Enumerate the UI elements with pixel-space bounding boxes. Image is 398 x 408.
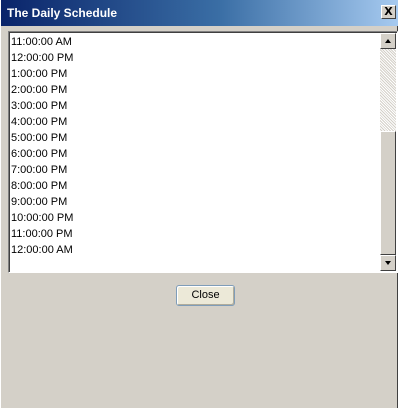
schedule-time-item[interactable]: 11:00:00 PM xyxy=(11,226,380,242)
window-title: The Daily Schedule xyxy=(7,6,118,20)
scrollbar-thumb[interactable] xyxy=(380,131,396,255)
schedule-time-item[interactable]: 6:00:00 PM xyxy=(11,146,380,162)
arrow-down-icon xyxy=(385,261,391,265)
schedule-time-item[interactable]: 3:00:00 PM xyxy=(11,98,380,114)
schedule-time-item[interactable]: 4:00:00 PM xyxy=(11,114,380,130)
title-bar[interactable]: The Daily Schedule X xyxy=(1,0,398,26)
scroll-up-button[interactable] xyxy=(380,33,396,49)
arrow-up-icon xyxy=(385,39,391,43)
vertical-scrollbar[interactable] xyxy=(380,33,396,271)
schedule-time-item[interactable]: 1:00:00 PM xyxy=(11,66,380,82)
close-window-icon[interactable]: X xyxy=(381,5,396,19)
schedule-time-item[interactable]: 2:00:00 PM xyxy=(11,82,380,98)
schedule-time-item[interactable]: 12:00:00 PM xyxy=(11,50,380,66)
schedule-time-item[interactable]: 9:00:00 PM xyxy=(11,194,380,210)
schedule-time-item[interactable]: 11:00:00 AM xyxy=(11,34,380,50)
schedule-time-item[interactable]: 12:00:00 AM xyxy=(11,242,380,258)
schedule-dialog: The Daily Schedule X 11:00:00 AM 12:00:0… xyxy=(0,0,398,408)
schedule-list-content: 11:00:00 AM 12:00:00 PM 1:00:00 PM 2:00:… xyxy=(11,34,380,270)
scroll-down-button[interactable] xyxy=(380,255,396,271)
schedule-time-item[interactable]: 5:00:00 PM xyxy=(11,130,380,146)
schedule-time-item[interactable]: 7:00:00 PM xyxy=(11,162,380,178)
close-button[interactable]: Close xyxy=(176,285,235,306)
schedule-time-item[interactable]: 10:00:00 PM xyxy=(11,210,380,226)
schedule-time-item[interactable]: 8:00:00 PM xyxy=(11,178,380,194)
schedule-list[interactable]: 11:00:00 AM 12:00:00 PM 1:00:00 PM 2:00:… xyxy=(8,31,398,273)
